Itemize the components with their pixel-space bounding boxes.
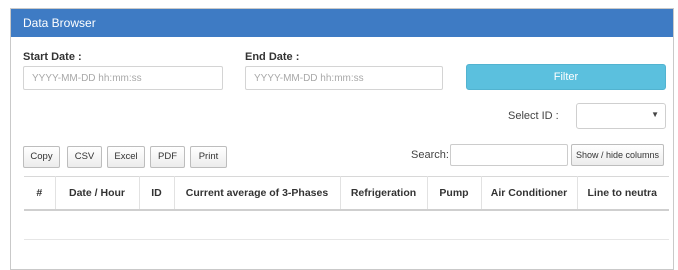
column-header-line-to-neutral[interactable]: Line to neutra xyxy=(577,177,669,210)
select-id-dropdown[interactable]: ▼ xyxy=(576,103,666,129)
column-header-pump[interactable]: Pump xyxy=(427,176,482,210)
excel-button[interactable]: Excel xyxy=(107,146,145,168)
start-date-label: Start Date : xyxy=(23,51,82,63)
search-label: Search: xyxy=(411,149,449,161)
start-date-input[interactable] xyxy=(23,66,223,90)
filter-button[interactable]: Filter xyxy=(466,64,666,90)
end-date-input[interactable] xyxy=(245,66,443,90)
print-button[interactable]: Print xyxy=(190,146,227,168)
copy-button[interactable]: Copy xyxy=(23,146,60,168)
column-header-refrigeration[interactable]: Refrigeration xyxy=(340,176,428,210)
column-header-air-conditioner[interactable]: Air Conditioner xyxy=(481,176,578,210)
data-browser-panel: Data Browser Start Date : End Date : Fil… xyxy=(10,8,674,270)
table-row xyxy=(24,210,669,240)
chevron-down-icon: ▼ xyxy=(651,110,659,119)
panel-title: Data Browser xyxy=(23,16,96,30)
end-date-label: End Date : xyxy=(245,51,300,63)
csv-button[interactable]: CSV xyxy=(67,146,102,168)
column-header-index[interactable]: # xyxy=(24,176,56,210)
data-table: # Date / Hour ID Current average of 3-Ph… xyxy=(24,176,669,262)
search-input[interactable] xyxy=(450,144,568,166)
table-header-row: # Date / Hour ID Current average of 3-Ph… xyxy=(24,176,669,210)
column-header-id[interactable]: ID xyxy=(139,176,175,210)
panel-header: Data Browser xyxy=(11,9,673,37)
column-header-current-average[interactable]: Current average of 3-Phases xyxy=(174,176,341,210)
column-header-date-hour[interactable]: Date / Hour xyxy=(55,176,140,210)
pdf-button[interactable]: PDF xyxy=(150,146,185,168)
select-id-label: Select ID : xyxy=(508,110,559,122)
show-hide-columns-button[interactable]: Show / hide columns xyxy=(571,144,664,166)
